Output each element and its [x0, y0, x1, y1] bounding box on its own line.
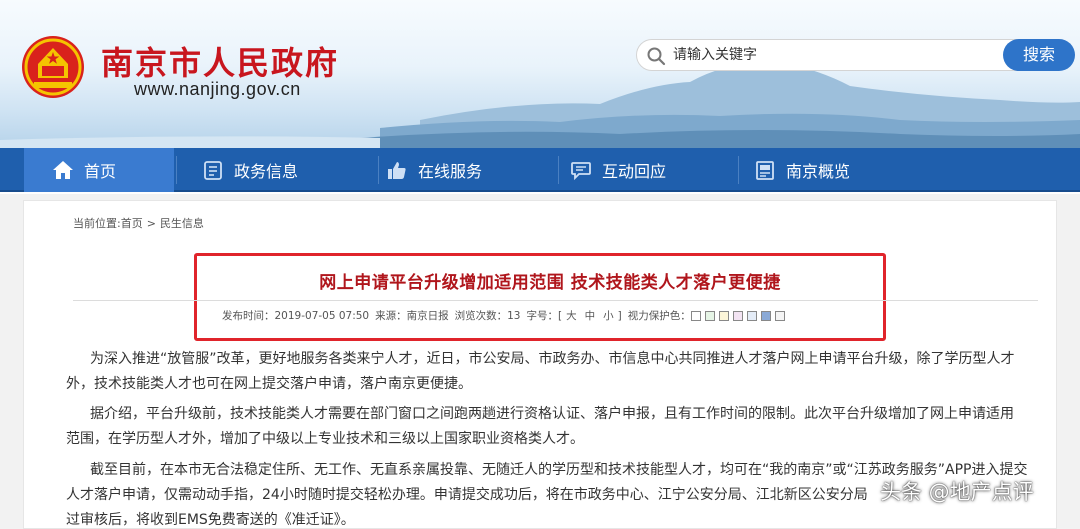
- site-url[interactable]: www.nanjing.gov.cn: [134, 79, 301, 100]
- thumbs-up-icon: [388, 162, 406, 179]
- article-paragraph: 过审核后，将收到EMS免费寄送的《准迁证》。: [66, 512, 355, 528]
- breadcrumb-home-link[interactable]: 首页: [121, 217, 143, 230]
- nav-item-label: 互动回应: [602, 162, 667, 181]
- info-panel-icon: [756, 161, 774, 180]
- nav-divider: [378, 156, 379, 184]
- color-swatch[interactable]: [704, 310, 715, 321]
- toutiao-watermark: 头条 @地产点评: [880, 480, 1034, 504]
- nav-divider: [738, 156, 739, 184]
- nav-item-label: 首页: [84, 162, 117, 181]
- font-size-large[interactable]: 大: [566, 308, 577, 323]
- breadcrumb-current[interactable]: 民生信息: [160, 217, 204, 230]
- nav-item-government-info[interactable]: 政务信息: [202, 148, 362, 192]
- nav-divider: [176, 156, 177, 184]
- site-title[interactable]: 南京市人民政府: [101, 38, 339, 84]
- national-emblem-logo: [22, 36, 84, 98]
- search-input[interactable]: [673, 43, 1003, 67]
- article-source: 来源：南京日报: [375, 310, 449, 322]
- nav-item-online-services[interactable]: 在线服务: [386, 148, 546, 192]
- nav-item-label: 南京概览: [786, 162, 851, 181]
- publish-time: 发布时间：2019-07-05 07:50: [222, 310, 370, 322]
- search-box[interactable]: [636, 39, 1020, 71]
- article-paragraph: 范围，在学历型人才外，增加了中级以上专业技术和三级以上国家职业资格类人才。: [66, 431, 584, 447]
- article-title: 网上申请平台升级增加适用范围 技术技能类人才落户更便捷: [319, 273, 781, 293]
- article-meta: 发布时间：2019-07-05 07:50 来源：南京日报 浏览次数：13 字号…: [222, 308, 789, 323]
- header-banner: 南京市人民政府 www.nanjing.gov.cn 搜索: [0, 0, 1080, 148]
- nav-item-home[interactable]: 首页: [24, 148, 174, 192]
- article-paragraph: 为深入推进“放管服”改革，更好地服务各类来宁人才，近日，市公安局、市政务办、市信…: [90, 351, 1015, 367]
- font-size-medium[interactable]: 中: [585, 308, 596, 323]
- search-button[interactable]: 搜索: [1003, 39, 1075, 71]
- nav-divider: [558, 156, 559, 184]
- color-swatch[interactable]: [732, 310, 743, 321]
- nav-item-nanjing-overview[interactable]: 南京概览: [754, 148, 914, 192]
- headline-highlight-box: [194, 253, 886, 341]
- document-icon: [204, 161, 222, 180]
- nav-item-interaction[interactable]: 互动回应: [570, 148, 730, 192]
- chat-icon: [571, 162, 591, 181]
- color-swatch[interactable]: [718, 310, 729, 321]
- eye-protect-label: 视力保护色：: [627, 310, 691, 322]
- title-divider: [73, 300, 1038, 301]
- main-nav: 首页 政务信息 在线服务 互动回应 南京概览: [0, 148, 1080, 192]
- color-swatch[interactable]: [690, 310, 701, 321]
- color-swatch[interactable]: [746, 310, 757, 321]
- article-paragraph: 外，技术技能类人才也可在网上提交落户申请，落户南京更便捷。: [66, 376, 472, 392]
- font-size-small[interactable]: 小: [603, 308, 614, 323]
- view-count: 浏览次数：13: [454, 310, 521, 322]
- color-swatch[interactable]: [760, 310, 771, 321]
- breadcrumb: 当前位置:首页 > 民生信息: [73, 215, 204, 231]
- nav-item-label: 政务信息: [234, 162, 299, 181]
- search-icon: [647, 47, 666, 66]
- nav-item-label: 在线服务: [418, 162, 483, 181]
- breadcrumb-prefix: 当前位置:: [73, 217, 121, 230]
- breadcrumb-separator: >: [146, 217, 156, 230]
- article-paragraph: 据介绍，平台升级前，技术技能类人才需要在部门窗口之间跑两趟进行资格认证、落户申报…: [90, 406, 1014, 422]
- font-size-label: 字号：[: [526, 310, 563, 322]
- font-size-end: ]: [617, 309, 622, 322]
- home-icon: [53, 161, 73, 179]
- color-swatch[interactable]: [774, 310, 785, 321]
